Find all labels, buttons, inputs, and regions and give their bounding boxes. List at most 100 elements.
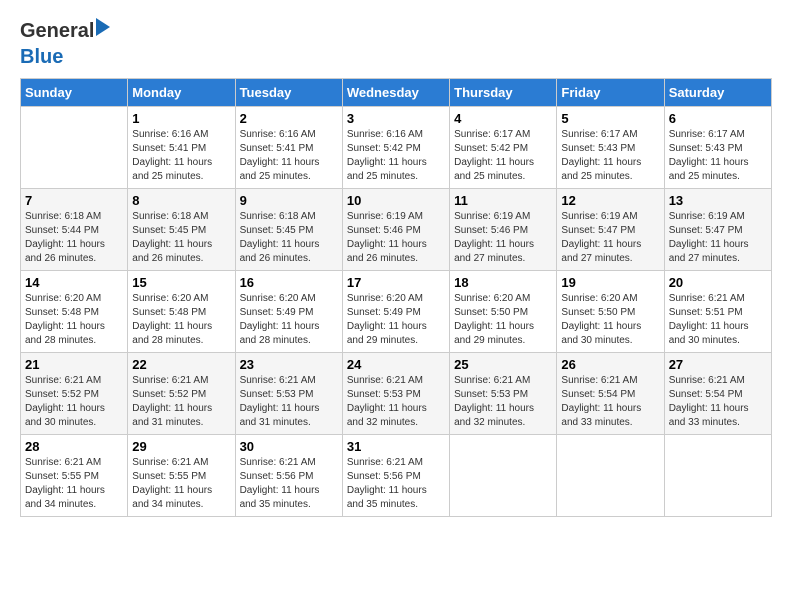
calendar-cell bbox=[557, 435, 664, 517]
day-number: 14 bbox=[25, 275, 123, 290]
logo-general-text: General bbox=[20, 20, 94, 42]
day-number: 8 bbox=[132, 193, 230, 208]
calendar-cell: 16 Sunrise: 6:20 AMSunset: 5:49 PMDayligh… bbox=[235, 271, 342, 353]
day-number: 18 bbox=[454, 275, 552, 290]
calendar-cell: 14 Sunrise: 6:20 AMSunset: 5:48 PMDayligh… bbox=[21, 271, 128, 353]
day-number: 6 bbox=[669, 111, 767, 126]
calendar-cell: 22 Sunrise: 6:21 AMSunset: 5:52 PMDayligh… bbox=[128, 353, 235, 435]
calendar-cell: 12Sunrise: 6:19 AMSunset: 5:47 PMDayligh… bbox=[557, 189, 664, 271]
week-row-5: 28 Sunrise: 6:21 AMSunset: 5:55 PMDayligh… bbox=[21, 435, 772, 517]
calendar-cell: 19 Sunrise: 6:20 AMSunset: 5:50 PMDayligh… bbox=[557, 271, 664, 353]
day-number: 9 bbox=[240, 193, 338, 208]
week-row-4: 21 Sunrise: 6:21 AMSunset: 5:52 PMDayligh… bbox=[21, 353, 772, 435]
day-info: Sunrise: 6:20 AMSunset: 5:49 PMDaylight:… bbox=[347, 292, 445, 348]
calendar-cell: 26 Sunrise: 6:21 AMSunset: 5:54 PMDayligh… bbox=[557, 353, 664, 435]
logo-wrapper: General bbox=[20, 20, 110, 42]
calendar-cell: 13 Sunrise: 6:19 AMSunset: 5:47 PMDayligh… bbox=[664, 189, 771, 271]
day-info: Sunrise: 6:21 AMSunset: 5:56 PMDaylight:… bbox=[347, 456, 445, 512]
day-info: Sunrise: 6:18 AMSunset: 5:45 PMDaylight:… bbox=[132, 210, 230, 266]
day-number: 13 bbox=[669, 193, 767, 208]
day-number: 22 bbox=[132, 357, 230, 372]
calendar-cell: 29 Sunrise: 6:21 AMSunset: 5:55 PMDayligh… bbox=[128, 435, 235, 517]
calendar-cell: 28 Sunrise: 6:21 AMSunset: 5:55 PMDayligh… bbox=[21, 435, 128, 517]
col-header-wednesday: Wednesday bbox=[342, 79, 449, 107]
calendar-cell: 7 Sunrise: 6:18 AMSunset: 5:44 PMDaylight… bbox=[21, 189, 128, 271]
logo-blue-text: Blue bbox=[20, 46, 63, 68]
day-info: Sunrise: 6:16 AMSunset: 5:41 PMDaylight:… bbox=[132, 128, 230, 184]
day-number: 26 bbox=[561, 357, 659, 372]
col-header-saturday: Saturday bbox=[664, 79, 771, 107]
day-info: Sunrise: 6:21 AMSunset: 5:54 PMDaylight:… bbox=[561, 374, 659, 430]
week-row-3: 14 Sunrise: 6:20 AMSunset: 5:48 PMDayligh… bbox=[21, 271, 772, 353]
col-header-sunday: Sunday bbox=[21, 79, 128, 107]
day-info: Sunrise: 6:19 AMSunset: 5:47 PMDaylight:… bbox=[669, 210, 767, 266]
calendar-cell: 3 Sunrise: 6:16 AMSunset: 5:42 PMDaylight… bbox=[342, 107, 449, 189]
day-number: 16 bbox=[240, 275, 338, 290]
calendar-cell: 17 Sunrise: 6:20 AMSunset: 5:49 PMDayligh… bbox=[342, 271, 449, 353]
page-header: General Blue bbox=[20, 20, 772, 68]
calendar-header-row: SundayMondayTuesdayWednesdayThursdayFrid… bbox=[21, 79, 772, 107]
day-info: Sunrise: 6:18 AMSunset: 5:44 PMDaylight:… bbox=[25, 210, 123, 266]
calendar-table: SundayMondayTuesdayWednesdayThursdayFrid… bbox=[20, 78, 772, 517]
day-info: Sunrise: 6:20 AMSunset: 5:49 PMDaylight:… bbox=[240, 292, 338, 348]
calendar-cell: 2Sunrise: 6:16 AMSunset: 5:41 PMDaylight… bbox=[235, 107, 342, 189]
day-number: 20 bbox=[669, 275, 767, 290]
day-info: Sunrise: 6:18 AMSunset: 5:45 PMDaylight:… bbox=[240, 210, 338, 266]
day-info: Sunrise: 6:21 AMSunset: 5:53 PMDaylight:… bbox=[347, 374, 445, 430]
calendar-cell: 20Sunrise: 6:21 AMSunset: 5:51 PMDayligh… bbox=[664, 271, 771, 353]
calendar-cell: 18Sunrise: 6:20 AMSunset: 5:50 PMDayligh… bbox=[450, 271, 557, 353]
day-info: Sunrise: 6:17 AMSunset: 5:43 PMDaylight:… bbox=[561, 128, 659, 184]
calendar-cell: 9 Sunrise: 6:18 AMSunset: 5:45 PMDaylight… bbox=[235, 189, 342, 271]
day-info: Sunrise: 6:20 AMSunset: 5:48 PMDaylight:… bbox=[132, 292, 230, 348]
day-number: 10 bbox=[347, 193, 445, 208]
day-info: Sunrise: 6:21 AMSunset: 5:55 PMDaylight:… bbox=[132, 456, 230, 512]
week-row-1: 1Sunrise: 6:16 AMSunset: 5:41 PMDaylight… bbox=[21, 107, 772, 189]
calendar-cell: 4Sunrise: 6:17 AMSunset: 5:42 PMDaylight… bbox=[450, 107, 557, 189]
calendar-cell: 27Sunrise: 6:21 AMSunset: 5:54 PMDayligh… bbox=[664, 353, 771, 435]
calendar-cell: 21 Sunrise: 6:21 AMSunset: 5:52 PMDayligh… bbox=[21, 353, 128, 435]
day-number: 15 bbox=[132, 275, 230, 290]
calendar-cell bbox=[21, 107, 128, 189]
day-number: 25 bbox=[454, 357, 552, 372]
day-number: 27 bbox=[669, 357, 767, 372]
day-number: 30 bbox=[240, 439, 338, 454]
calendar-cell: 24 Sunrise: 6:21 AMSunset: 5:53 PMDayligh… bbox=[342, 353, 449, 435]
day-number: 19 bbox=[561, 275, 659, 290]
day-info: Sunrise: 6:21 AMSunset: 5:53 PMDaylight:… bbox=[454, 374, 552, 430]
day-info: Sunrise: 6:19 AMSunset: 5:47 PMDaylight:… bbox=[561, 210, 659, 266]
day-number: 29 bbox=[132, 439, 230, 454]
calendar-cell: 1Sunrise: 6:16 AMSunset: 5:41 PMDaylight… bbox=[128, 107, 235, 189]
day-info: Sunrise: 6:21 AMSunset: 5:52 PMDaylight:… bbox=[132, 374, 230, 430]
day-number: 28 bbox=[25, 439, 123, 454]
calendar-cell bbox=[664, 435, 771, 517]
day-info: Sunrise: 6:21 AMSunset: 5:56 PMDaylight:… bbox=[240, 456, 338, 512]
col-header-thursday: Thursday bbox=[450, 79, 557, 107]
col-header-tuesday: Tuesday bbox=[235, 79, 342, 107]
day-number: 17 bbox=[347, 275, 445, 290]
calendar-cell: 23Sunrise: 6:21 AMSunset: 5:53 PMDayligh… bbox=[235, 353, 342, 435]
calendar-cell: 25 Sunrise: 6:21 AMSunset: 5:53 PMDayligh… bbox=[450, 353, 557, 435]
day-info: Sunrise: 6:16 AMSunset: 5:42 PMDaylight:… bbox=[347, 128, 445, 184]
day-number: 23 bbox=[240, 357, 338, 372]
calendar-cell: 30 Sunrise: 6:21 AMSunset: 5:56 PMDayligh… bbox=[235, 435, 342, 517]
day-number: 7 bbox=[25, 193, 123, 208]
calendar-cell: 11Sunrise: 6:19 AMSunset: 5:46 PMDayligh… bbox=[450, 189, 557, 271]
day-info: Sunrise: 6:16 AMSunset: 5:41 PMDaylight:… bbox=[240, 128, 338, 184]
day-number: 21 bbox=[25, 357, 123, 372]
day-number: 3 bbox=[347, 111, 445, 126]
week-row-2: 7 Sunrise: 6:18 AMSunset: 5:44 PMDaylight… bbox=[21, 189, 772, 271]
day-number: 4 bbox=[454, 111, 552, 126]
day-number: 24 bbox=[347, 357, 445, 372]
day-info: Sunrise: 6:20 AMSunset: 5:50 PMDaylight:… bbox=[561, 292, 659, 348]
day-number: 11 bbox=[454, 193, 552, 208]
day-info: Sunrise: 6:21 AMSunset: 5:55 PMDaylight:… bbox=[25, 456, 123, 512]
day-number: 5 bbox=[561, 111, 659, 126]
calendar-cell: 5 Sunrise: 6:17 AMSunset: 5:43 PMDaylight… bbox=[557, 107, 664, 189]
calendar-cell: 31 Sunrise: 6:21 AMSunset: 5:56 PMDayligh… bbox=[342, 435, 449, 517]
day-info: Sunrise: 6:21 AMSunset: 5:52 PMDaylight:… bbox=[25, 374, 123, 430]
day-number: 31 bbox=[347, 439, 445, 454]
logo-arrow-icon bbox=[96, 18, 110, 36]
day-info: Sunrise: 6:20 AMSunset: 5:48 PMDaylight:… bbox=[25, 292, 123, 348]
day-info: Sunrise: 6:17 AMSunset: 5:43 PMDaylight:… bbox=[669, 128, 767, 184]
calendar-cell: 8 Sunrise: 6:18 AMSunset: 5:45 PMDaylight… bbox=[128, 189, 235, 271]
